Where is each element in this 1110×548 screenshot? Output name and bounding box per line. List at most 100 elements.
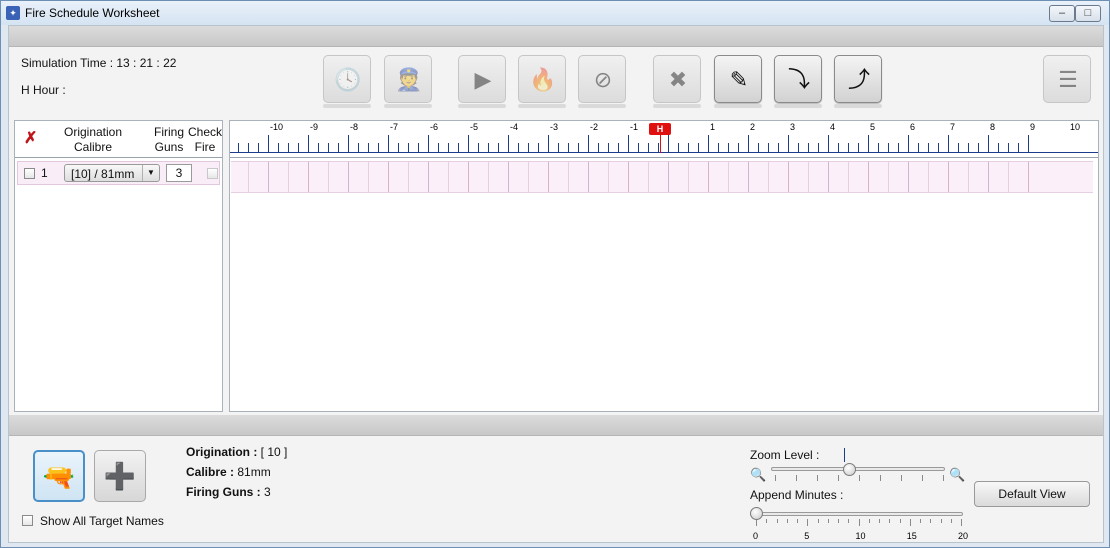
set-h-hour-button[interactable]: 🕓 [323, 55, 371, 103]
timeline-cell-line [368, 162, 369, 192]
timeline-cell-line [268, 162, 269, 192]
timeline-cell-line [408, 162, 409, 192]
ruler-tick [368, 143, 369, 153]
calibre-select[interactable]: [10] / 81mm ▼ [64, 164, 160, 182]
zoom-in-icon[interactable]: 🔍 [949, 467, 965, 483]
ruler-tick [688, 143, 689, 153]
ruler-tick [448, 143, 449, 153]
ruler-tick [608, 143, 609, 153]
append-minutes-slider[interactable] [753, 512, 963, 516]
layout-button[interactable]: ☰ [1043, 55, 1091, 103]
add-target-button[interactable]: ➕ [94, 450, 146, 502]
show-names-label: Show All Target Names [40, 514, 164, 528]
append-tick [950, 519, 952, 523]
zoom-tick [922, 475, 923, 481]
calibre-info: Calibre : 81mm [186, 465, 271, 479]
play-gun-icon: ▶ [474, 67, 492, 92]
row-select-checkbox[interactable] [24, 168, 35, 179]
timeline-row[interactable] [231, 161, 1093, 193]
default-view-button[interactable]: Default View [974, 481, 1090, 507]
minimize-button[interactable]: – [1049, 5, 1075, 22]
calibre-info-value: 81mm [237, 465, 271, 479]
ruler-tick [1028, 135, 1029, 153]
import-xml-button[interactable]: ⤴ [834, 55, 882, 103]
cease-fire-button[interactable]: ⊘ [578, 55, 626, 103]
remove-gun-button[interactable]: ✖ [653, 55, 701, 103]
calibre-value: [10] / 81mm [71, 167, 135, 181]
ruler-tick [408, 143, 409, 153]
append-tick [766, 519, 768, 523]
zoom-indicator [844, 448, 845, 462]
append-tick [807, 519, 809, 526]
h-hour-label: H Hour : [21, 83, 66, 97]
zoom-slider[interactable] [771, 467, 945, 471]
append-tick [776, 519, 778, 523]
timeline-cell-line [288, 162, 289, 192]
append-tick [786, 519, 788, 523]
show-names-checkbox[interactable] [22, 515, 33, 526]
check-fire-checkbox[interactable] [207, 168, 218, 179]
ruler-label: 8 [990, 122, 996, 132]
ruler-tick [908, 135, 909, 153]
layout-icon: ☰ [1058, 67, 1078, 92]
timeline-cell-line [708, 162, 709, 192]
toolbar-button-base [653, 104, 701, 108]
ruler-tick [508, 135, 509, 153]
timeline-cell-line [828, 162, 829, 192]
calibre-info-label: Calibre : [186, 465, 235, 479]
fire-button[interactable]: 🔥 [518, 55, 566, 103]
timeline-cell-line [948, 162, 949, 192]
export-xml-button[interactable]: ⤵ [774, 55, 822, 103]
check-header: Check [187, 125, 222, 139]
append-tick-label: 10 [855, 531, 866, 541]
cannon-add-icon: 🔫 [42, 462, 76, 492]
ruler-label: -8 [350, 122, 359, 132]
maximize-button[interactable]: □ [1075, 5, 1101, 22]
ruler-tick [1018, 143, 1019, 153]
zoom-level-label: Zoom Level : [750, 448, 820, 462]
timeline-cell-line [568, 162, 569, 192]
ruler-tick [1008, 143, 1009, 153]
xml-export-icon: ⤵ [787, 67, 810, 92]
toolbar-button-base [714, 104, 762, 108]
ruler-label: -4 [510, 122, 519, 132]
ruler-tick [398, 143, 399, 153]
h-hour-marker[interactable]: H [649, 123, 671, 135]
simulation-time: Simulation Time : 13 : 21 : 22 [21, 56, 177, 70]
ruler-tick [708, 135, 709, 153]
append-tick [858, 519, 860, 526]
ruler-tick [808, 143, 809, 153]
ruler-label: -9 [310, 122, 319, 132]
ruler-tick [898, 143, 899, 153]
ruler-tick [978, 143, 979, 153]
delete-all-icon[interactable]: ✗ [24, 128, 37, 148]
ruler-tick [878, 143, 879, 153]
append-slider-thumb[interactable] [750, 507, 763, 520]
timeline-cell-line [728, 162, 729, 192]
worksheet-content: Simulation Time : 13 : 21 : 22 H Hour : … [8, 25, 1104, 543]
ruler-label: 6 [910, 122, 916, 132]
ruler-label: 7 [950, 122, 956, 132]
play-fire-button[interactable]: ▶ [458, 55, 506, 103]
timeline-cell-line [508, 162, 509, 192]
ruler-tick [428, 135, 429, 153]
firing-header: Firing [153, 125, 184, 139]
zoom-slider-thumb[interactable] [843, 463, 857, 476]
ruler-tick [948, 135, 949, 153]
ruler-tick [818, 143, 819, 153]
zoom-out-icon[interactable]: 🔍 [750, 467, 766, 483]
ruler-tick [918, 143, 919, 153]
timeline-cell-line [748, 162, 749, 192]
edit-erase-button[interactable]: ✎ [714, 55, 762, 103]
assign-unit-button[interactable]: 👮 [384, 55, 432, 103]
fire-header: Fire [194, 140, 216, 154]
add-gun-button[interactable]: 🔫 [33, 450, 85, 502]
chevron-down-icon[interactable]: ▼ [142, 165, 159, 181]
table-row[interactable]: 1 [10] / 81mm ▼ 3 [17, 161, 220, 185]
timeline-cell-line [588, 162, 589, 192]
firing-guns-input[interactable]: 3 [166, 164, 192, 182]
ruler-tick [868, 135, 869, 153]
timeline-cell-line [308, 162, 309, 192]
soldier-download-icon: 👮 [395, 67, 423, 92]
ruler-tick [678, 143, 679, 153]
